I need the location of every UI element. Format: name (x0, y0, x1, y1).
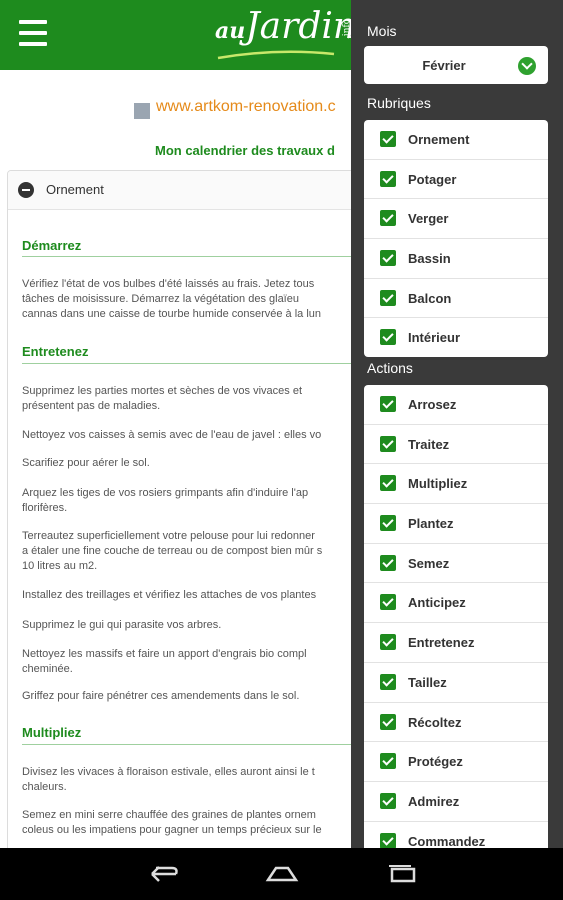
recents-icon[interactable] (382, 860, 422, 888)
ad-banner[interactable]: www.artkom-renovation.c (134, 97, 364, 121)
filter-item-label: Entretenez (408, 635, 475, 651)
paragraph: Nettoyez vos caisses à semis avec de l'e… (22, 429, 322, 441)
system-nav-bar (0, 848, 563, 900)
checkbox-checked-icon[interactable] (380, 435, 396, 452)
checkbox-checked-icon[interactable] (380, 329, 396, 346)
checkbox-checked-icon[interactable] (380, 753, 396, 770)
paragraph: Vérifiez l'état de vos bulbes d'été lais… (22, 278, 322, 320)
ad-link[interactable]: www.artkom-renovation.c (156, 98, 336, 116)
checkbox-checked-icon[interactable] (380, 515, 396, 532)
paragraph: Installez des treillages et vérifiez les… (22, 589, 317, 601)
chevron-down-icon (518, 57, 536, 75)
filter-item[interactable]: Arrosez (364, 385, 548, 425)
ornement-panel: Ornement Démarrez Vérifiez l'état de vos… (7, 170, 359, 862)
calendar-title: Mon calendrier des travaux d (155, 143, 335, 158)
filter-item[interactable]: Semez (364, 544, 548, 584)
panel-header[interactable]: Ornement (8, 171, 358, 210)
checkbox-checked-icon[interactable] (380, 250, 396, 267)
filter-item[interactable]: Protégez (364, 742, 548, 782)
ad-image-icon (134, 103, 150, 119)
section-divider (22, 256, 358, 257)
filter-item-label: Potager (408, 171, 457, 187)
back-icon[interactable] (142, 860, 182, 888)
filter-item[interactable]: Balcon (364, 279, 548, 319)
month-value: Février (422, 58, 466, 73)
filter-item-label: Ornement (408, 132, 470, 147)
filter-item[interactable]: Multipliez (364, 464, 548, 505)
filter-item[interactable]: Potager (364, 160, 548, 200)
app-logo: auJardin .info (215, 6, 357, 47)
checkbox-checked-icon[interactable] (380, 554, 396, 571)
month-selector[interactable]: Février (364, 46, 548, 84)
filter-item[interactable]: Taillez (364, 663, 548, 703)
filter-item[interactable]: Traitez (364, 425, 548, 465)
section-heading: Entretenez (22, 344, 89, 359)
filter-item[interactable]: Anticipez (364, 583, 548, 624)
filter-item-label: Plantez (408, 516, 454, 532)
section-heading: Démarrez (22, 238, 82, 253)
filter-item-label: Multipliez (408, 476, 468, 492)
logo-swoosh (217, 50, 335, 60)
checkbox-checked-icon[interactable] (380, 170, 396, 187)
checkbox-checked-icon[interactable] (380, 673, 396, 690)
paragraph: Semez en mini serre chauffée des graines… (22, 809, 322, 836)
checkbox-checked-icon[interactable] (380, 792, 396, 809)
paragraph: Nettoyez les massifs et faire un apport … (22, 648, 307, 675)
paragraph: Terreautez superficiellement votre pelou… (22, 530, 323, 572)
checkbox-checked-icon[interactable] (380, 210, 396, 227)
filter-item-label: Récoltez (408, 714, 462, 730)
filter-item[interactable]: Récoltez (364, 703, 548, 743)
checkbox-checked-icon[interactable] (380, 832, 396, 849)
section-divider (22, 744, 358, 745)
filter-item-label: Anticipez (408, 595, 466, 611)
filter-item-label: Verger (408, 211, 449, 227)
checkbox-checked-icon[interactable] (380, 594, 396, 611)
paragraph: Scarifiez pour aérer le sol. (22, 457, 150, 469)
paragraph: Griffez pour faire pénétrer ces amendeme… (22, 690, 300, 702)
filter-item-label: Bassin (408, 251, 451, 267)
filter-item[interactable]: Bassin (364, 239, 548, 279)
filter-item-label: Protégez (408, 754, 463, 770)
checkbox-checked-icon[interactable] (380, 713, 396, 730)
paragraph: Divisez les vivaces à floraison estivale… (22, 766, 315, 793)
checkbox-checked-icon[interactable] (380, 131, 396, 147)
filter-item[interactable]: Verger (364, 199, 548, 240)
filter-item-label: Balcon (408, 290, 452, 306)
checkbox-checked-icon[interactable] (380, 475, 396, 492)
filter-item-label: Commandez (408, 833, 486, 849)
filter-item-label: Intérieur (408, 330, 461, 346)
filter-item[interactable]: Plantez (364, 504, 548, 544)
filter-item-label: Traitez (408, 436, 450, 452)
home-icon[interactable] (262, 860, 302, 888)
minus-circle-icon[interactable] (18, 182, 34, 198)
mois-label: Mois (367, 23, 397, 39)
panel-title: Ornement (46, 182, 104, 197)
actions-list: Arrosez Traitez Multipliez Plantez Semez Anti… (364, 385, 548, 861)
checkbox-checked-icon[interactable] (380, 396, 396, 412)
checkbox-checked-icon[interactable] (380, 634, 396, 651)
filter-item-label: Admirez (408, 793, 460, 809)
filter-drawer: Mois Février Rubriques Ornement Potager Ve… (351, 0, 563, 861)
checkbox-checked-icon[interactable] (380, 289, 396, 306)
rubriques-list: Ornement Potager Verger Bassin Balcon Intérie… (364, 120, 548, 358)
filter-item-label: Taillez (408, 674, 447, 690)
section-divider (22, 363, 358, 364)
actions-label: Actions (367, 360, 413, 376)
section-heading: Multipliez (22, 725, 82, 740)
paragraph: Arquez les tiges de vos rosiers grimpant… (22, 487, 309, 514)
filter-item[interactable]: Entretenez (364, 623, 548, 663)
hamburger-icon[interactable] (19, 20, 47, 46)
filter-item-label: Semez (408, 555, 450, 571)
paragraph: Supprimez les parties mortes et sèches d… (22, 385, 303, 412)
filter-item-label: Arrosez (408, 397, 457, 412)
rubriques-label: Rubriques (367, 95, 431, 111)
filter-item[interactable]: Intérieur (364, 318, 548, 357)
filter-item[interactable]: Admirez (364, 782, 548, 822)
paragraph: Supprimez le gui qui parasite vos arbres… (22, 619, 222, 631)
filter-item[interactable]: Ornement (364, 120, 548, 160)
